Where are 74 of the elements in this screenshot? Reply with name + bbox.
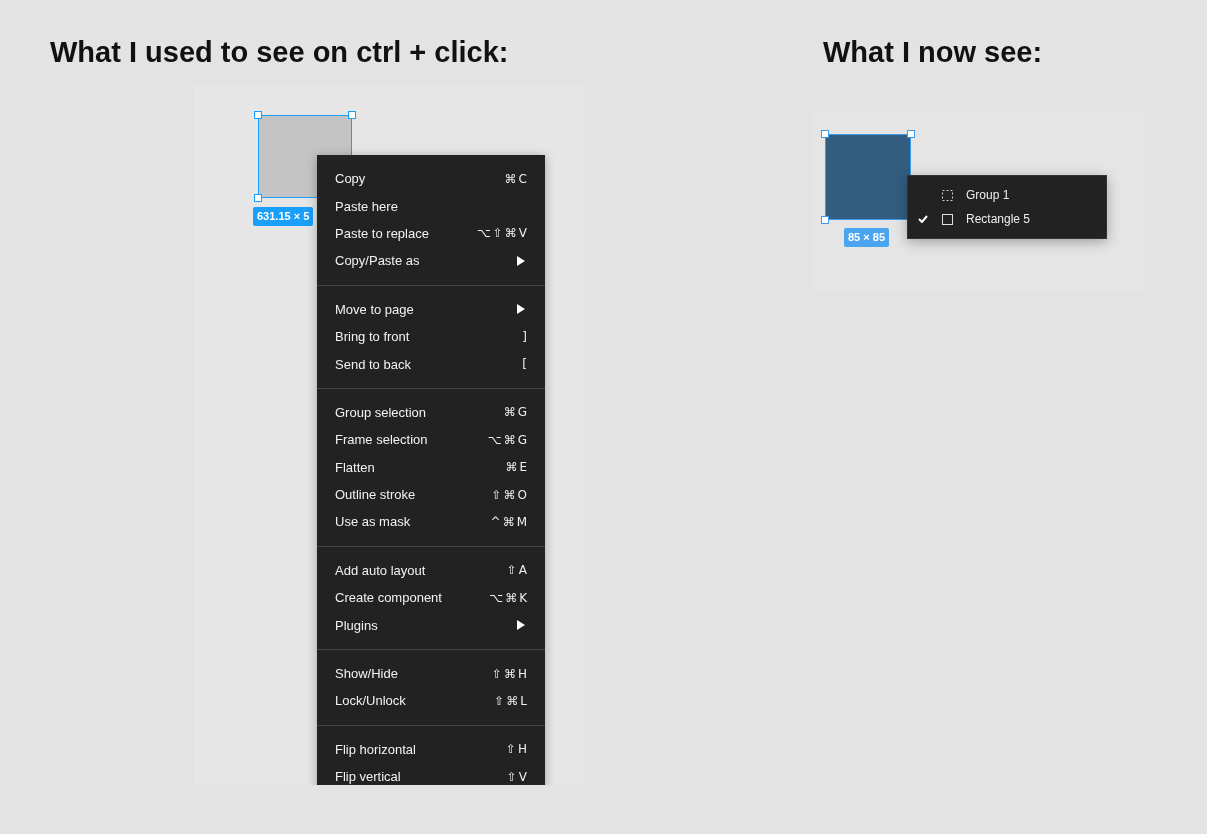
shortcut-text: ⌘C: [504, 171, 529, 186]
menu-item[interactable]: Use as mask ^⌘M: [317, 508, 545, 536]
menu-item[interactable]: Group selection ⌘G: [317, 398, 545, 427]
shortcut-text: ⌘E: [505, 460, 529, 475]
menu-item[interactable]: Create component ⌥⌘K: [317, 584, 545, 612]
shortcut-text: ⇧⌘O: [491, 487, 529, 502]
dimension-label: 85 × 85: [844, 228, 889, 247]
menu-item-label: Use as mask: [335, 514, 411, 530]
menu-item-label: Lock/Unlock: [335, 693, 406, 709]
square-icon: [942, 213, 953, 225]
menu-item-label: Create component: [335, 590, 442, 606]
shortcut-text: ⇧H: [505, 742, 529, 757]
shortcut-text: ⌥⌘G: [487, 432, 529, 447]
shortcut-text: ⌥⌘K: [489, 590, 529, 605]
menu-item[interactable]: Outline stroke ⇧⌘O: [317, 480, 545, 509]
menu-item-label: Plugins: [335, 617, 378, 633]
resize-handle[interactable]: [821, 130, 829, 138]
resize-handle[interactable]: [907, 130, 915, 138]
menu-item-label: Add auto layout: [335, 562, 426, 578]
heading: What I now see:: [823, 35, 1044, 70]
menu-item[interactable]: Lock/Unlock ⇧⌘L: [317, 687, 545, 715]
shortcut-text: ⇧A: [506, 563, 529, 578]
menu-item[interactable]: Flip vertical ⇧V: [317, 763, 545, 785]
shortcut-text: ⇧⌘L: [494, 693, 529, 708]
shortcut-text: ⌥⇧⌘V: [476, 226, 529, 241]
menu-item[interactable]: Move to page: [317, 295, 545, 323]
menu-item[interactable]: Flip horizontal ⇧H: [317, 735, 545, 764]
menu-item-label: Send to back: [335, 356, 411, 372]
shortcut-text: ]: [522, 329, 529, 344]
menu-item-label: Group selection: [335, 404, 427, 420]
shortcut-text: ⇧⌘H: [491, 666, 529, 681]
menu-item-label: Paste here: [335, 198, 398, 214]
menu-item-label: Copy/Paste as: [335, 253, 420, 269]
menu-item[interactable]: Copy/Paste as: [317, 247, 545, 275]
submenu-arrow-icon: [517, 620, 525, 631]
menu-item-label: Copy: [335, 171, 366, 187]
menu-item[interactable]: Copy ⌘C: [317, 165, 545, 193]
menu-item-label: Flip vertical: [335, 769, 401, 785]
menu-item-label: Paste to replace: [335, 225, 429, 241]
submenu-arrow-icon: [517, 304, 525, 315]
menu-item-label: Outline stroke: [335, 487, 416, 503]
menu-item[interactable]: Add auto layout ⇧A: [317, 556, 545, 585]
menu-item-label: Frame selection: [335, 432, 428, 448]
layer-name: Group 1: [966, 188, 1010, 202]
layer-item[interactable]: Rectangle 5: [908, 207, 1106, 231]
heading: What I used to see on ctrl + click:: [50, 35, 510, 70]
dimension-label: 631.15 × 5: [253, 207, 314, 226]
shortcut-text: ⌘G: [503, 405, 529, 420]
checkmark-icon: [918, 215, 928, 223]
menu-item-label: Bring to front: [335, 329, 410, 345]
menu-item-label: Show/Hide: [335, 666, 398, 682]
resize-handle[interactable]: [254, 194, 262, 202]
menu-item[interactable]: Show/Hide ⇧⌘H: [317, 659, 545, 688]
submenu-arrow-icon: [517, 255, 525, 266]
menu-item[interactable]: Paste to replace ⌥⇧⌘V: [317, 219, 545, 248]
shortcut-text: [: [522, 357, 529, 372]
menu-item[interactable]: Frame selection ⌥⌘G: [317, 426, 545, 454]
rectangle-shape[interactable]: [825, 134, 911, 220]
menu-item-label: Move to page: [335, 301, 414, 317]
menu-item-label: Flip horizontal: [335, 741, 416, 757]
resize-handle[interactable]: [821, 216, 829, 224]
layer-item[interactable]: Group 1: [908, 183, 1106, 207]
menu-item-label: Flatten: [335, 459, 375, 475]
menu-item[interactable]: Bring to front ]: [317, 322, 545, 351]
menu-item[interactable]: Send to back [: [317, 350, 545, 378]
menu-item[interactable]: Paste here: [317, 192, 545, 220]
menu-item[interactable]: Plugins: [317, 611, 545, 639]
layer-name: Rectangle 5: [966, 212, 1031, 226]
shortcut-text: ^⌘M: [490, 515, 529, 529]
dashed-square-icon: [942, 189, 953, 201]
resize-handle[interactable]: [254, 111, 262, 119]
menu-item[interactable]: Flatten ⌘E: [317, 453, 545, 481]
shortcut-text: ⇧V: [506, 769, 529, 784]
resize-handle[interactable]: [348, 111, 356, 119]
